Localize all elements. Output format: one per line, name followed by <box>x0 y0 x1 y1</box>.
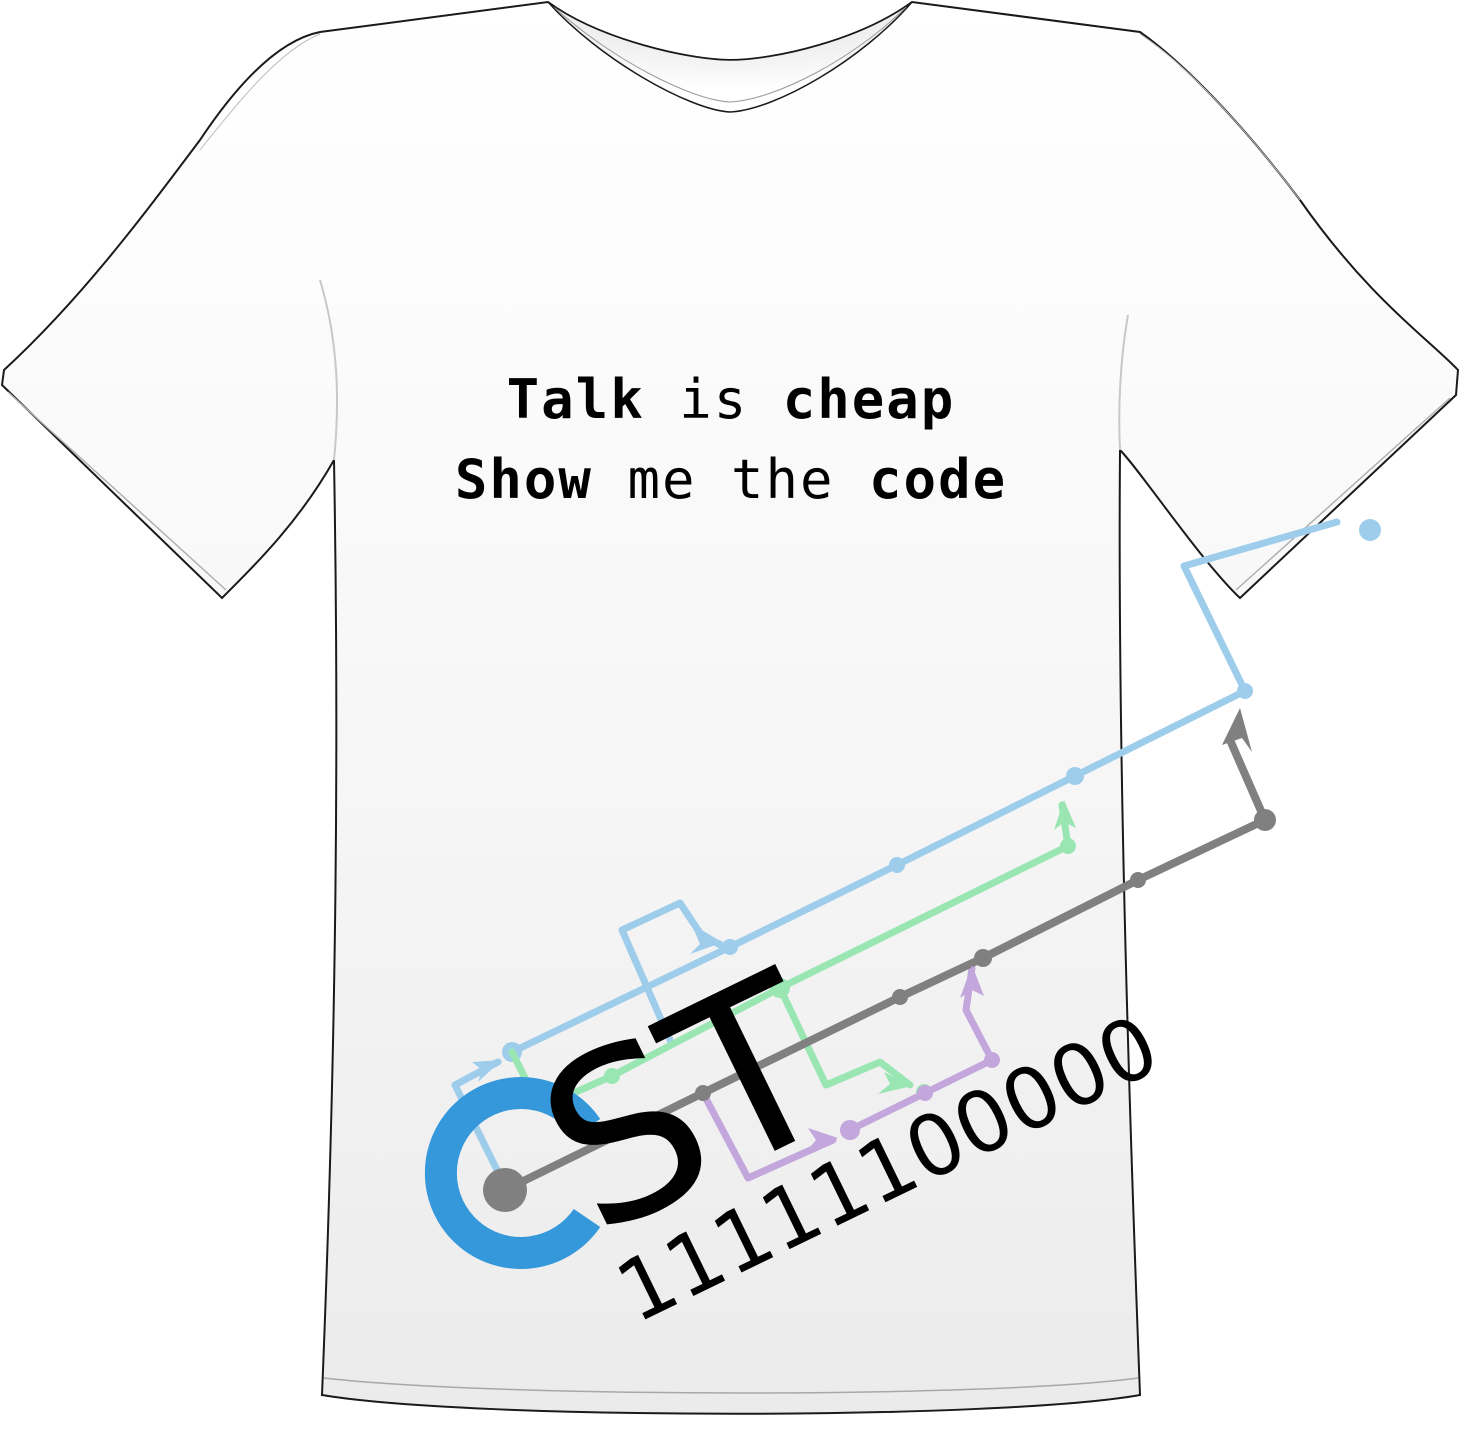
tshirt-artwork: C ST 11111100000 Talk is cheap Show me t… <box>0 0 1462 1429</box>
arrowhead-gray <box>1222 708 1252 752</box>
slogan-word-code: code <box>869 448 1008 511</box>
slogan-word-cheap: cheap <box>782 368 956 431</box>
slogan-word-is: is <box>679 368 749 431</box>
slogan-line-1: Talk is cheap <box>0 368 1462 431</box>
slogan-line-2: Show me the code <box>0 448 1462 511</box>
slogan-word-talk: Talk <box>506 368 645 431</box>
slogan-words-me-the: me the <box>627 448 835 511</box>
tshirt-illustration: C ST 11111100000 <box>0 0 1460 1415</box>
slogan-word-show: Show <box>454 448 593 511</box>
